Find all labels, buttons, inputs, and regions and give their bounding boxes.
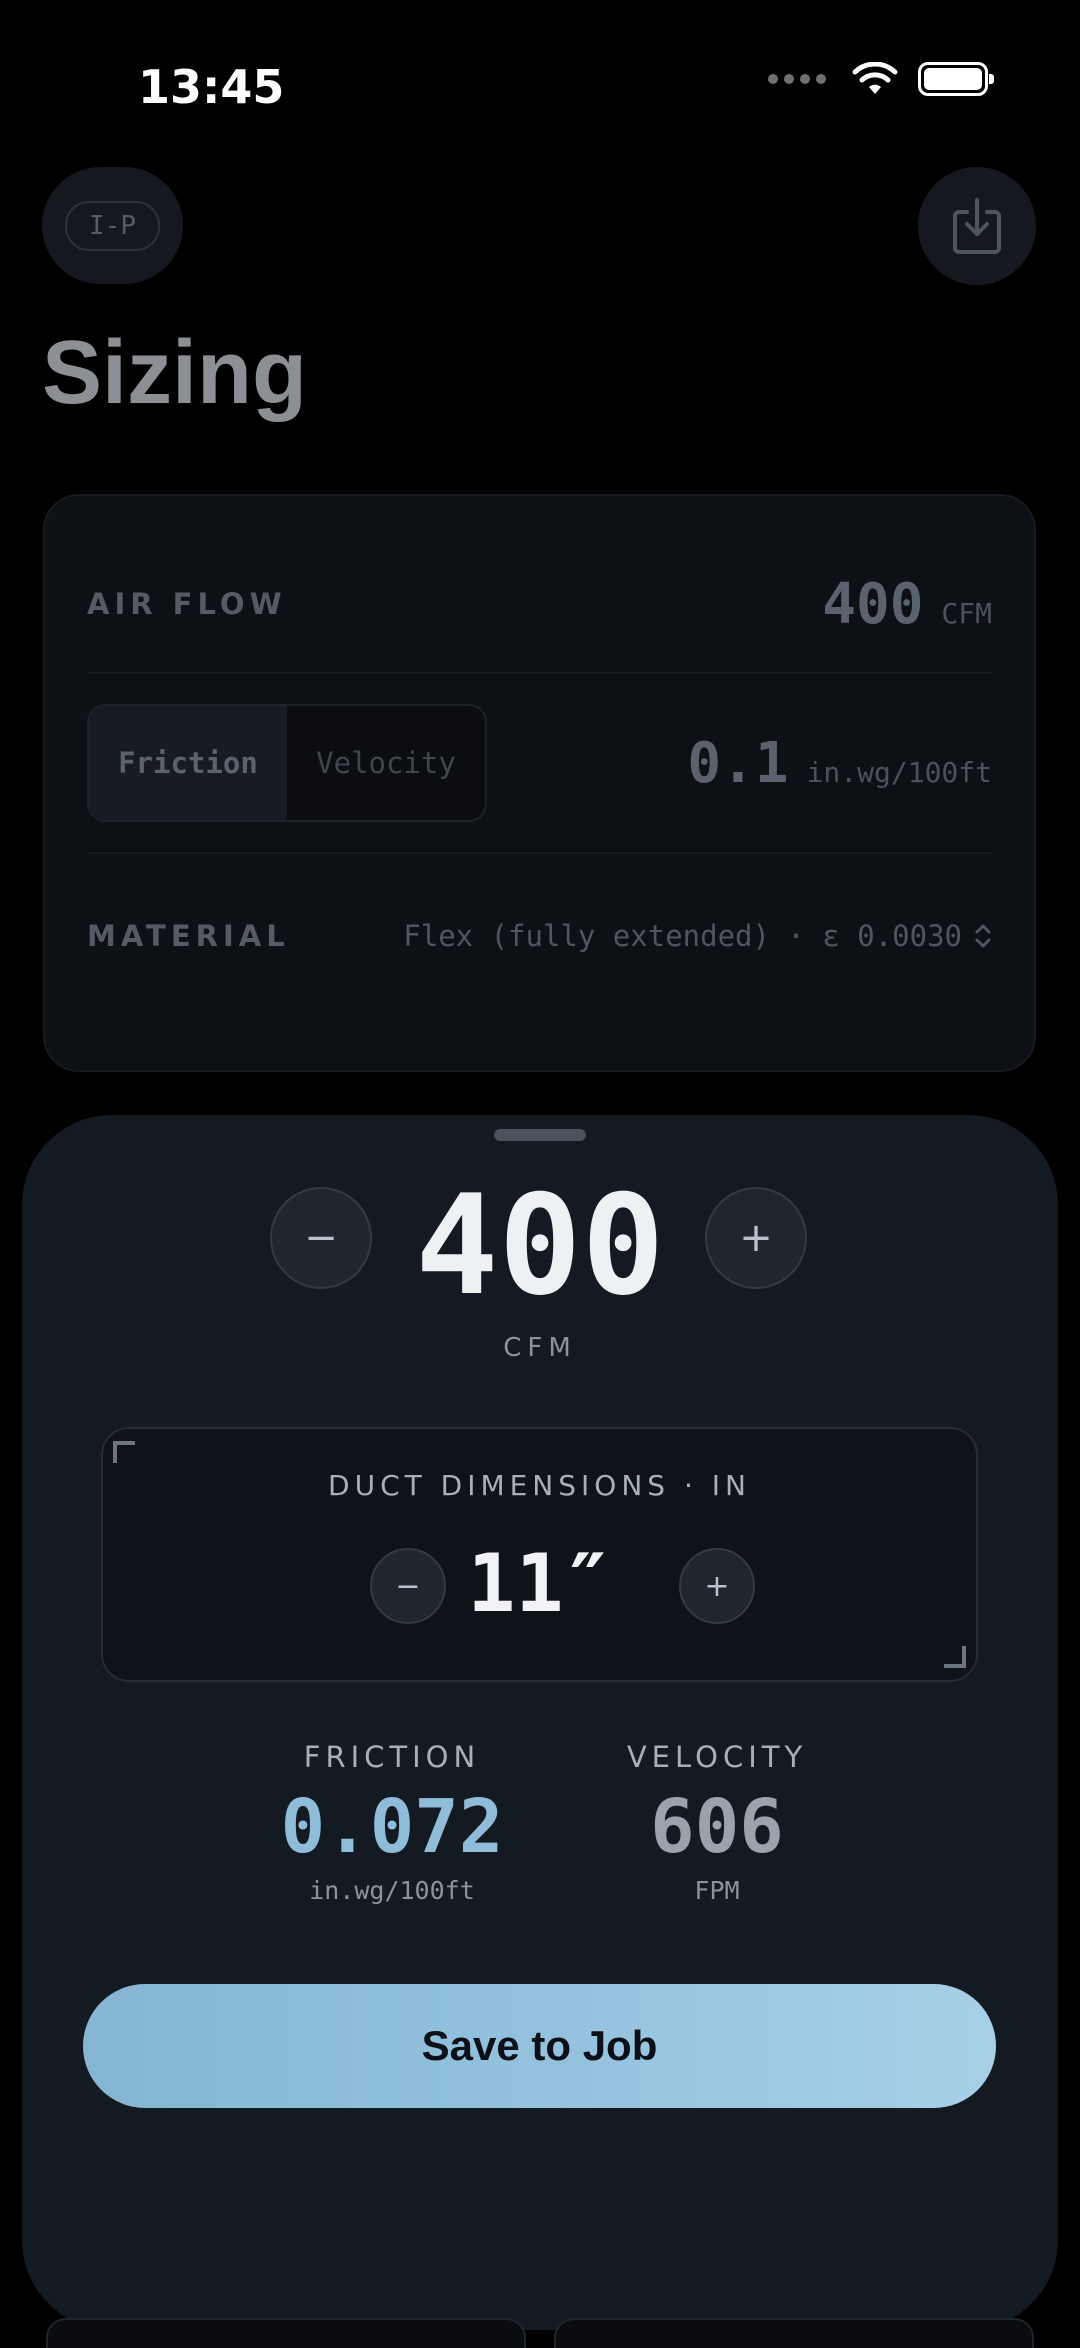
friction-label: FRICTION (303, 1740, 481, 1774)
cfm-value: 400 (415, 1165, 665, 1326)
friction-unit: in.wg/100ft (309, 1876, 475, 1905)
plus-icon: + (739, 1215, 773, 1261)
material-picker[interactable]: Flex (fully extended) · ε 0.0030 (403, 919, 992, 953)
mode-unit: in.wg/100ft (806, 755, 992, 789)
results-sheet: − 400 + CFM DUCT DIMENSIONS · IN − 11″ +… (22, 1115, 1058, 2330)
status-icons (768, 62, 994, 96)
unit-system-label: I-P (65, 200, 160, 251)
mode-value-group[interactable]: 0.1 in.wg/100ft (687, 731, 992, 796)
cfm-unit: CFM (503, 1333, 577, 1363)
airflow-unit: CFM (941, 596, 992, 630)
divider (87, 672, 992, 674)
export-button[interactable] (918, 167, 1036, 285)
chevron-up-down-icon (975, 924, 991, 948)
page-title: Sizing (42, 323, 307, 423)
material-value: Flex (fully extended) · ε 0.0030 (403, 919, 962, 953)
velocity-unit: FPM (694, 1876, 740, 1905)
peek-card (46, 2318, 526, 2348)
unit-system-toggle[interactable]: I-P (42, 167, 183, 284)
airflow-value-group: 400 CFM (822, 572, 992, 637)
peek-card (554, 2318, 1034, 2348)
duct-increment-button[interactable]: + (679, 1548, 755, 1624)
inputs-card: AIR FLOW 400 CFM Friction Velocity 0.1 i… (43, 494, 1036, 1072)
battery-icon (918, 62, 994, 96)
corner-bracket-icon (113, 1441, 135, 1463)
sheet-grabber[interactable] (494, 1129, 586, 1141)
velocity-label: VELOCITY (626, 1740, 808, 1774)
mode-value: 0.1 (687, 730, 789, 796)
airflow-row[interactable]: AIR FLOW 400 CFM (87, 572, 992, 637)
cellular-signal-icon (768, 74, 826, 84)
cfm-increment-button[interactable]: + (705, 1187, 807, 1289)
airflow-value: 400 (822, 571, 924, 637)
corner-bracket-icon (944, 1646, 966, 1668)
wifi-icon (852, 62, 898, 94)
duct-dimensions-card: DUCT DIMENSIONS · IN − 11″ + (101, 1427, 978, 1682)
duct-dimensions-title: DUCT DIMENSIONS · IN (328, 1469, 751, 1502)
material-label: MATERIAL (87, 919, 290, 953)
status-time: 13:45 (138, 60, 285, 114)
velocity-value: 606 (650, 1784, 784, 1870)
mode-row: Friction Velocity 0.1 in.wg/100ft (87, 704, 992, 822)
material-row[interactable]: MATERIAL Flex (fully extended) · ε 0.003… (87, 906, 992, 966)
mode-segmented-control[interactable]: Friction Velocity (87, 704, 487, 822)
duct-diameter-value: 11″ (467, 1537, 612, 1630)
download-icon (953, 198, 1001, 254)
plus-icon: + (704, 1568, 730, 1604)
save-to-job-button[interactable]: Save to Job (83, 1984, 996, 2108)
velocity-result: VELOCITY 606 FPM (567, 1740, 867, 1905)
friction-result: FRICTION 0.072 in.wg/100ft (242, 1740, 542, 1905)
segment-velocity[interactable]: Velocity (287, 706, 485, 820)
airflow-label: AIR FLOW (87, 587, 287, 621)
friction-value: 0.072 (280, 1784, 504, 1870)
divider (87, 852, 992, 854)
segment-friction[interactable]: Friction (89, 706, 287, 820)
